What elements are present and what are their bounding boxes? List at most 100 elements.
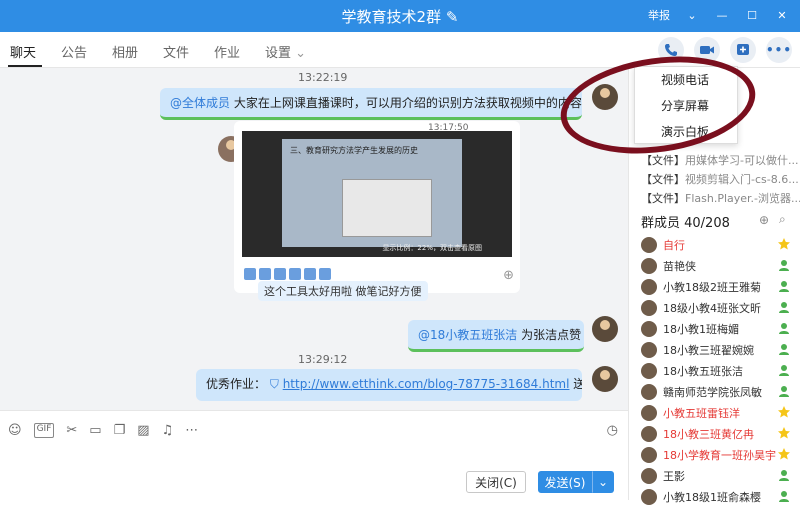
- bell-icon[interactable]: ♫: [162, 423, 174, 438]
- member-row[interactable]: 18级小教4班张文昕: [629, 297, 800, 318]
- mention[interactable]: @全体成员: [170, 96, 230, 110]
- avatar: [641, 320, 657, 337]
- message-bubble[interactable]: 优秀作业： ⛉ http://www.etthink.com/blog-7877…: [196, 369, 582, 401]
- input-area[interactable]: ☺ GIF ✂ ▭ ❐ ▨ ♫ ⋯ ◷ 关闭(C) 发送(S) ⌄: [0, 410, 628, 500]
- avatar: [641, 299, 657, 316]
- member-name: 赣南师范学院张凤敏: [663, 385, 762, 399]
- avatar[interactable]: [592, 316, 618, 342]
- member-icon: [777, 258, 791, 272]
- image-icon[interactable]: ▨: [137, 423, 149, 438]
- more-button[interactable]: •••: [766, 37, 792, 63]
- add-app-button[interactable]: [730, 37, 756, 63]
- message-text: 大家在上网课直播课时，可以用介绍的识别方法获取视频中的内容: [233, 96, 582, 110]
- member-row[interactable]: 18小教三班翟婉婉: [629, 339, 800, 360]
- member-icon: [777, 321, 791, 335]
- member-icon: [777, 363, 791, 377]
- image-message[interactable]: 13:17:50 三、教育研究方法学产生发展的历史 显示比例：22%，双击查看原…: [234, 121, 520, 301]
- member-row[interactable]: 赣南师范学院张凤敏: [629, 381, 800, 402]
- member-name: 小教五班雷钰洋: [663, 406, 740, 420]
- chevron-down-icon: ⌄: [295, 46, 307, 61]
- close-chat-button[interactable]: 关闭(C): [466, 471, 526, 493]
- avatar: [641, 404, 657, 421]
- tab-settings[interactable]: 设置 ⌄: [265, 42, 306, 61]
- shield-icon: ⛉: [269, 377, 279, 391]
- member-icon: [777, 342, 791, 356]
- avatar[interactable]: [592, 366, 618, 392]
- title-bar: 学教育技术2群 ✎ 举报 ⌄ — ☐ ✕: [0, 0, 800, 32]
- gif-icon[interactable]: GIF: [33, 423, 55, 438]
- member-row[interactable]: 苗艳侠: [629, 255, 800, 276]
- message-text: 送花: [573, 377, 582, 391]
- add-member-icon[interactable]: ⊕: [759, 213, 769, 227]
- message-bubble[interactable]: @18小教五班张洁 为张洁点赞: [408, 320, 584, 352]
- report-link[interactable]: 举报: [648, 7, 670, 23]
- member-name: 18小教五班张洁: [663, 364, 743, 378]
- avatar: [641, 341, 657, 358]
- edit-icon[interactable]: ✎: [446, 8, 459, 26]
- member-name: 18小教三班翟婉婉: [663, 343, 754, 357]
- member-name: 18级小教4班张文昕: [663, 301, 761, 315]
- member-row[interactable]: 18小教三班黄亿冉: [629, 423, 800, 444]
- member-icon: [777, 384, 791, 398]
- list-item[interactable]: 【文件】视频剪辑入门-cs-8.6...: [629, 169, 800, 188]
- admin-star-icon: [777, 447, 791, 461]
- send-button[interactable]: 发送(S): [538, 471, 592, 493]
- ellipsis-icon: •••: [766, 43, 793, 57]
- send-options-button[interactable]: ⌄: [592, 471, 614, 493]
- chat-area[interactable]: 13:22:19 @全体成员 大家在上网课直播课时，可以用介绍的识别方法获取视频…: [0, 68, 628, 410]
- admin-star-icon: [777, 426, 791, 440]
- avatar: [641, 257, 657, 274]
- member-name: 王影: [663, 469, 685, 483]
- member-list: 自行 苗艳侠 小教18级2班王雅菊 18级小教4班张文昕 18小教1班梅媚 18小教三班翟…: [629, 234, 800, 507]
- member-name: 18小教三班黄亿冉: [663, 427, 754, 441]
- avatar: [641, 383, 657, 400]
- list-item[interactable]: 【文件】Flash.Player.-浏览器...: [629, 188, 800, 207]
- sticker-icon[interactable]: ❐: [114, 423, 126, 438]
- list-item[interactable]: 【文件】用媒体学习-可以做什...: [629, 150, 800, 169]
- zoom-in-icon[interactable]: ⊕: [503, 268, 514, 283]
- scissors-icon[interactable]: ✂: [66, 423, 77, 438]
- plus-square-icon: [737, 44, 749, 55]
- video-camera-icon: [700, 46, 714, 54]
- tab-album[interactable]: 相册: [112, 42, 138, 61]
- active-tab-indicator: [8, 65, 42, 67]
- member-row[interactable]: 小教五班雷钰洋: [629, 402, 800, 423]
- member-icon: [777, 300, 791, 314]
- tool-icons: [244, 268, 331, 280]
- scale-caption: 显示比例：22%，双击查看原图: [382, 244, 482, 252]
- member-row[interactable]: 小教18级1班俞森樱: [629, 486, 800, 507]
- chevron-down-icon[interactable]: ⌄: [684, 7, 700, 23]
- tab-announcement[interactable]: 公告: [61, 42, 87, 61]
- minimize-button[interactable]: —: [714, 7, 730, 23]
- member-row[interactable]: 王影: [629, 465, 800, 486]
- search-icon[interactable]: ⌕: [779, 212, 786, 227]
- emoji-icon[interactable]: ☺: [8, 423, 22, 438]
- screenshot-image[interactable]: 三、教育研究方法学产生发展的历史 显示比例：22%，双击查看原图: [242, 131, 512, 257]
- member-row[interactable]: 18小学教育一班孙昊宇: [629, 444, 800, 465]
- message-text: 为张洁点赞: [521, 328, 582, 342]
- message-bubble[interactable]: @全体成员 大家在上网课直播课时，可以用介绍的识别方法获取视频中的内容: [160, 88, 582, 120]
- avatar: [641, 467, 657, 484]
- member-row[interactable]: 18小教1班梅媚: [629, 318, 800, 339]
- group-files-list: 【文件】用媒体学习-可以做什... 【文件】视频剪辑入门-cs-8.6... 【…: [629, 150, 800, 207]
- close-button[interactable]: ✕: [774, 7, 790, 23]
- folder-icon[interactable]: ▭: [89, 423, 101, 438]
- timestamp: 13:22:19: [298, 71, 348, 84]
- tab-chat[interactable]: 聊天: [10, 42, 36, 61]
- image-caption: 这个工具太好用啦 做笔记好方便: [258, 281, 428, 301]
- member-row[interactable]: 18小教五班张洁: [629, 360, 800, 381]
- maximize-button[interactable]: ☐: [744, 7, 760, 23]
- tab-files[interactable]: 文件: [163, 42, 189, 61]
- member-name: 18小教1班梅媚: [663, 322, 739, 336]
- history-icon[interactable]: ◷: [607, 423, 618, 438]
- member-row[interactable]: 自行: [629, 234, 800, 255]
- member-name: 18小学教育一班孙昊宇: [663, 448, 776, 462]
- message-link[interactable]: http://www.etthink.com/blog-78775-31684.…: [283, 377, 570, 391]
- avatar: [641, 362, 657, 379]
- members-header: 群成员 40/208: [641, 216, 730, 231]
- more-icon[interactable]: ⋯: [185, 423, 198, 438]
- member-row[interactable]: 小教18级2班王雅菊: [629, 276, 800, 297]
- avatar: [641, 236, 657, 253]
- tab-homework[interactable]: 作业: [214, 42, 240, 61]
- mention[interactable]: @18小教五班张洁: [418, 328, 517, 342]
